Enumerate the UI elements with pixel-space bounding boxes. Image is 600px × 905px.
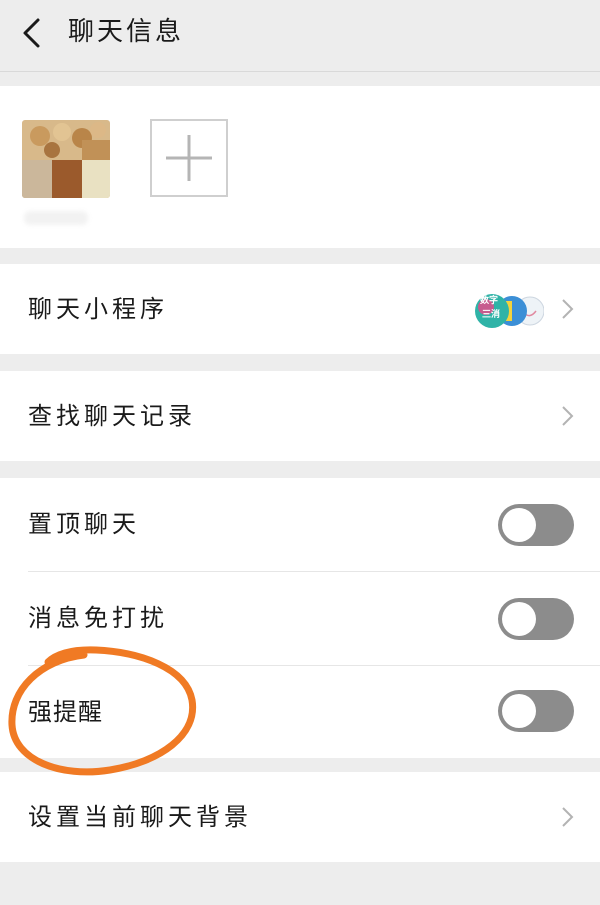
avatar-image [22,120,110,198]
back-button[interactable] [16,16,50,50]
mini-program-icons: 数字 三消 [472,293,545,329]
search-history-row[interactable]: 查找聊天记录 [0,371,600,461]
pin-chat-row: 置顶聊天 [0,478,600,571]
mute-row: 消息免打扰 [0,572,600,665]
toggle-knob [502,694,536,728]
pin-chat-label: 置顶聊天 [28,510,140,538]
member-name [24,211,88,225]
strong-reminder-toggle[interactable] [498,690,574,732]
toggle-knob [502,508,536,542]
header-bar: 聊天信息 [0,0,600,72]
chevron-left-icon [23,18,40,48]
mute-label: 消息免打扰 [28,604,168,632]
chevron-right-icon [562,406,574,426]
strong-reminder-row: 强提醒 [0,666,600,758]
mini-program-icon-text: 数字 [480,296,499,306]
add-member-button[interactable] [150,119,228,197]
toggle-knob [502,602,536,636]
members-section [0,86,600,248]
mini-programs-label: 聊天小程序 [28,295,168,323]
mini-program-icon-text: 三消 [482,310,501,320]
chevron-right-icon [562,807,574,827]
mini-programs-row[interactable]: 聊天小程序 数字 三消 [0,264,600,354]
plus-icon [166,135,212,181]
search-history-label: 查找聊天记录 [28,402,196,430]
chevron-right-icon [562,299,574,319]
avatar[interactable] [22,120,110,198]
mute-toggle[interactable] [498,598,574,640]
settings-section: 置顶聊天 消息免打扰 强提醒 [0,478,600,758]
page-title: 聊天信息 [68,17,185,47]
chat-background-row[interactable]: 设置当前聊天背景 [0,772,600,862]
pin-chat-toggle[interactable] [498,504,574,546]
strong-reminder-label: 强提醒 [28,698,103,726]
chat-background-label: 设置当前聊天背景 [28,803,252,831]
